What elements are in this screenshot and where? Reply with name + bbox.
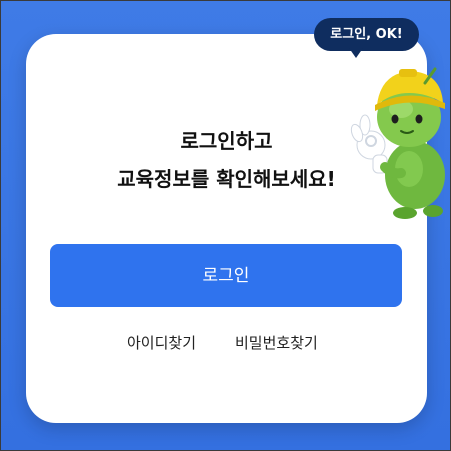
find-id-link[interactable]: 아이디찾기 — [127, 332, 196, 353]
login-button[interactable]: 로그인 — [50, 244, 402, 307]
green-robot-mascot-icon — [350, 67, 445, 219]
speech-bubble-tail — [349, 48, 363, 58]
find-password-link[interactable]: 비밀번호찾기 — [235, 332, 318, 353]
page-background: 로그인하고 교육정보를 확인해보세요! 로그인 아이디찾기 비밀번호찾기 로그인… — [0, 0, 451, 451]
speech-bubble: 로그인, OK! — [314, 18, 419, 51]
